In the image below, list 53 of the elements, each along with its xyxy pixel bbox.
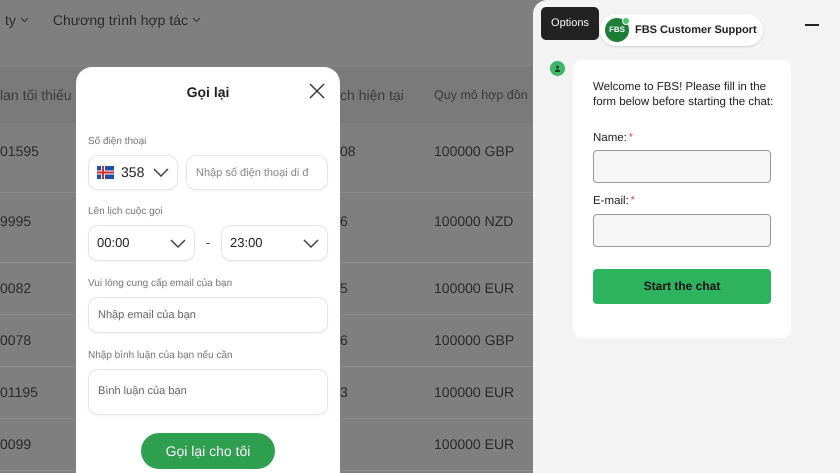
table-cell-text: 6	[340, 212, 349, 231]
table-cell-text: 9995	[0, 212, 32, 231]
nav-menu-item[interactable]: Chương trình hợp tác	[52, 10, 202, 30]
country-code-dropdown[interactable]: 358	[88, 155, 178, 190]
table-cell-text: 100000 EUR	[434, 383, 516, 402]
chevron-down-icon	[153, 168, 169, 177]
time-dropdown[interactable]: 00:00	[88, 225, 195, 261]
dialog-title: Gọi lại	[186, 82, 230, 102]
field-label: Vui lòng cung cấp email của bạn	[88, 277, 234, 291]
email-input-field[interactable]	[593, 214, 771, 246]
close-button[interactable]	[308, 82, 326, 100]
fbs-logo: FBS	[605, 18, 629, 42]
table-cell-text: 01195	[0, 383, 39, 402]
phone-input-field[interactable]: Nhập số điện thoại di đ	[186, 155, 328, 190]
nav-menu-item[interactable]: ty	[5, 10, 29, 30]
time-separator: -	[204, 234, 212, 252]
chevron-down-icon	[20, 17, 29, 23]
table-cell-text: 100000 EUR	[434, 435, 516, 454]
time-dropdown[interactable]: 23:00	[221, 225, 328, 261]
field-label: E-mail:	[593, 195, 629, 208]
field-label: Name:	[593, 132, 627, 144]
table-cell-text: 100000 EUR	[434, 279, 516, 298]
table-cell-text: 100000 GBP	[434, 142, 516, 161]
chevron-down-icon	[192, 17, 202, 23]
name-input-field[interactable]	[593, 150, 771, 184]
table-cell-text: 100000 NZD	[434, 212, 514, 231]
table-cell-text: 5	[340, 279, 349, 298]
field-label: Lên lịch cuộc gọi	[88, 205, 164, 219]
comment-input-field[interactable]: Bình luận của bạn	[88, 369, 328, 415]
agent-avatar-icon	[550, 61, 565, 76]
chat-header-pill: FBS FBS Customer Support	[600, 14, 763, 46]
required-mark: *	[628, 132, 633, 143]
table-cell-text: 100000 GBP	[434, 331, 516, 350]
table-cell-text: 6	[340, 331, 349, 350]
table-cell-text: 0078	[0, 331, 32, 350]
close-icon	[308, 82, 326, 100]
column-header: lan tối thiểu	[0, 86, 73, 104]
chevron-down-icon	[170, 238, 186, 248]
table-cell-text: 01595	[0, 142, 40, 161]
options-tooltip: Options	[541, 7, 599, 40]
required-mark: *	[630, 195, 635, 206]
table-cell-text: 0082	[0, 279, 32, 298]
field-label: Nhập bình luận của bạn nếu cần	[88, 349, 234, 363]
flag-icon	[97, 166, 114, 179]
start-chat-button[interactable]: Start the chat	[593, 268, 771, 304]
table-cell-text: 3	[340, 383, 349, 402]
field-label: Số điện thoại	[88, 135, 148, 149]
column-header: Quy mô hợp đồn	[434, 86, 529, 104]
table-cell-text: 08	[340, 142, 357, 161]
chevron-down-icon	[303, 238, 319, 248]
welcome-message: Welcome to FBS! Please fill in the form below before starting the chat:	[593, 80, 774, 110]
table-cell-text: 0099	[0, 435, 32, 454]
column-header: ch hiện tại	[340, 86, 405, 104]
